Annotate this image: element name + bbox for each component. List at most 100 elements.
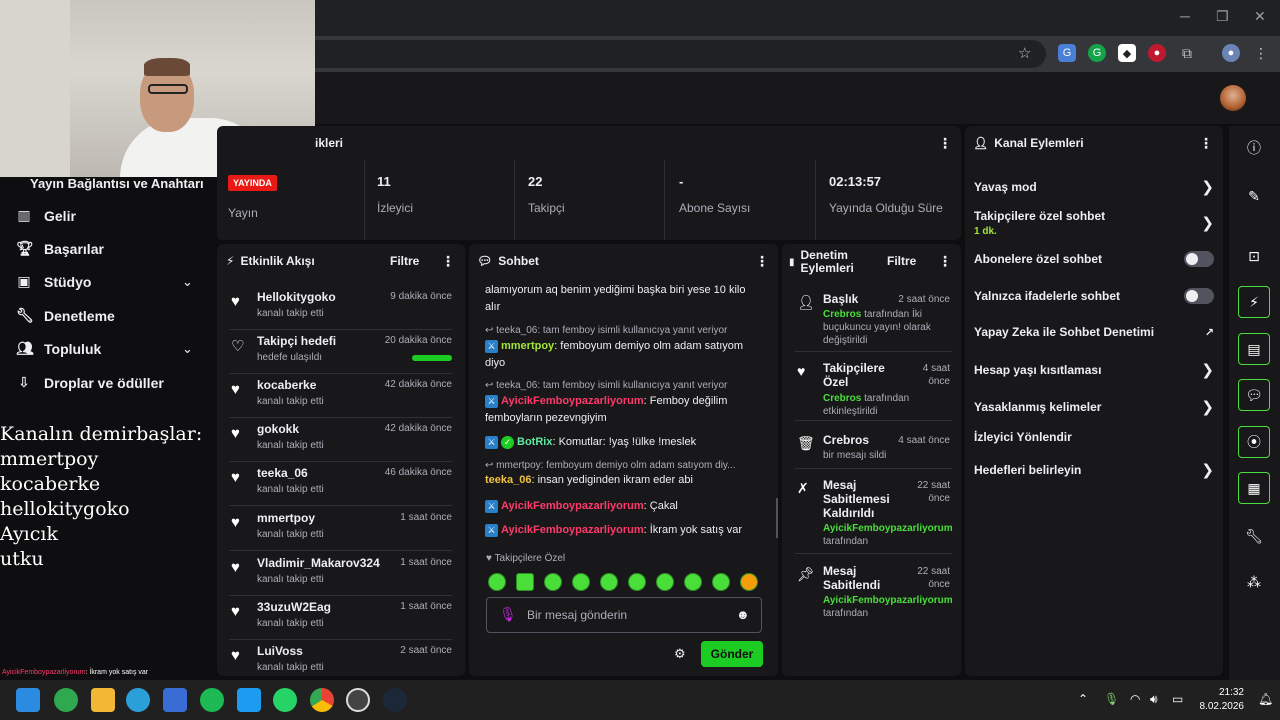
nav-item-achievements[interactable]: 🏆︎ Başarılar [16, 240, 104, 257]
wrench-icon[interactable]: 🔧︎ [1238, 520, 1270, 552]
menu-kebab-icon[interactable]: ⋮ [1252, 44, 1270, 62]
nav-item-studio[interactable]: ▣ Stüdyo [16, 273, 91, 290]
activity-item[interactable]: ♥ kocaberke kanalı takip etti 42 dakika önc… [229, 374, 452, 418]
followers-only-chat-item[interactable]: Takipçilere özel sohbet 1 dk. ❯ [974, 209, 1214, 237]
battery-icon[interactable]: ▭ [1172, 692, 1183, 706]
raid-item[interactable]: İzleyici Yönlendir [974, 430, 1214, 444]
emote-icon[interactable] [516, 573, 534, 591]
spotify-icon[interactable] [200, 688, 224, 712]
mod-filter-button[interactable]: Filtre [887, 254, 916, 268]
mod-action-item[interactable]: 📌︎ Mesaj Sabitlendi 22 saat önce AyicikFemb… [795, 562, 953, 624]
mod-action-item[interactable]: 👤︎ Başlık 2 saat önce Crebros tarafından İk… [795, 290, 952, 352]
minimize-icon[interactable]: ─ [1180, 8, 1190, 24]
twitter-icon[interactable] [237, 688, 261, 712]
chevron-up-icon[interactable]: ⌃ [1078, 692, 1088, 706]
chat-icon[interactable]: 💬︎ [1238, 379, 1270, 411]
emote-icon[interactable] [628, 573, 646, 591]
chat-scrollbar[interactable] [776, 498, 778, 538]
chevron-down-icon[interactable]: ⌄ [182, 341, 193, 357]
chat-message[interactable]: ⚔ AyicikFemboypazarliyorum: Çakal [485, 498, 760, 515]
activity-item[interactable]: ♥ 33uzuW2Eag kanalı takip etti 1 saat önce [229, 596, 452, 640]
emote-icon[interactable] [684, 573, 702, 591]
ai-moderation-item[interactable]: Yapay Zeka ile Sohbet Denetimi ↗ [974, 325, 1214, 339]
chat-message[interactable]: ⚔ ✓ BotRix: Komutlar: !yaş !ülke !meslek [485, 434, 760, 451]
activity-item[interactable]: ♥ teeka_06 kanalı takip etti 46 dakika önce [229, 462, 452, 506]
chat-message[interactable]: ⚔ AyicikFemboypazarliyorum: Femboy değili… [485, 393, 760, 427]
activity-item[interactable]: ♥ gokokk kanalı takip etti 42 dakika önce [229, 418, 452, 462]
mod-action-item[interactable]: ✗ Mesaj Sabitlemesi Kaldırıldı 22 saat önc… [795, 476, 953, 554]
windows-start-icon[interactable] [16, 688, 40, 712]
chat-message[interactable]: ⚔ mmertpoy: femboyum demiyo olm adam satı… [485, 338, 760, 372]
activity-item[interactable]: ♥ Hellokitygoko kanalı takip etti 9 dakika … [229, 286, 452, 330]
more-options-icon[interactable]: ⋮ [938, 135, 952, 152]
store-icon[interactable] [163, 688, 187, 712]
more-options-icon[interactable]: ⋮ [755, 253, 769, 270]
emote-icon[interactable] [544, 573, 562, 591]
activity-item[interactable]: ♡ Takipçi hedefi hedefe ulaşıldı 20 dakika … [229, 330, 452, 374]
more-options-icon[interactable]: ⋮ [441, 253, 455, 270]
notes-icon[interactable]: ▤ [1238, 333, 1270, 365]
emote-icon[interactable] [600, 573, 618, 591]
address-bar[interactable] [300, 40, 1046, 68]
xbox-icon[interactable] [54, 688, 78, 712]
nav-item-drops[interactable]: ⇩ Droplar ve ödüller [16, 374, 164, 391]
emote-only-toggle[interactable] [1184, 288, 1214, 304]
taskbar-time[interactable]: 21:32 [1200, 687, 1244, 698]
nav-item-community[interactable]: 👥︎ Topluluk [16, 340, 101, 357]
banned-words-item[interactable]: Yasaklanmış kelimeler ❯ [974, 398, 1214, 416]
mod-action-item[interactable]: ♥ Takipçilere Özel 4 saat önce Crebros tara… [795, 359, 952, 421]
mod-action-item[interactable]: 🗑︎ Crebros 4 saat önce bir mesajı sildi [795, 431, 952, 469]
restore-icon[interactable]: ❐ [1216, 8, 1229, 25]
nav-item-revenue[interactable]: ▥ Gelir [16, 207, 76, 224]
obs-icon[interactable] [346, 688, 370, 712]
recorder-extension-icon[interactable]: ● [1148, 44, 1166, 62]
info-icon[interactable]: ⓘ [1238, 132, 1270, 164]
nav-item-moderation[interactable]: 🔧︎ Denetleme [16, 307, 115, 324]
more-options-icon[interactable]: ⋮ [1199, 135, 1213, 152]
notification-bell-icon[interactable]: 🔔︎ [1258, 692, 1273, 706]
chrome-icon[interactable] [310, 688, 334, 712]
slow-mode-item[interactable]: Yavaş mod ❯ [974, 178, 1214, 196]
bolt-icon[interactable]: ⚡︎ [1238, 286, 1270, 318]
activity-item[interactable]: ♥ LuiVoss kanalı takip etti 2 saat önce [229, 640, 452, 672]
emote-icon[interactable] [488, 573, 506, 591]
edge-icon[interactable] [126, 688, 150, 712]
subscribers-only-toggle[interactable] [1184, 251, 1214, 267]
whatsapp-icon[interactable] [273, 688, 297, 712]
set-goals-item[interactable]: Hedefleri belirleyin ❯ [974, 461, 1214, 479]
avatar[interactable] [1220, 85, 1246, 111]
activity-item[interactable]: ♥ mmertpoy kanalı takip etti 1 saat önce [229, 507, 452, 551]
gear-icon[interactable]: ⚙ [674, 646, 686, 662]
screenshot-icon[interactable]: ⊡ [1238, 240, 1270, 272]
emote-icon[interactable] [656, 573, 674, 591]
profile-icon[interactable]: ● [1222, 44, 1240, 62]
mod-actions-icon[interactable]: ▦ [1238, 472, 1270, 504]
emote-icon[interactable] [572, 573, 590, 591]
emote-icon[interactable] [740, 573, 758, 591]
nav-stream-key[interactable]: Yayın Bağlantısı ve Anahtarı [30, 176, 204, 191]
taskbar-date[interactable]: 8.02.2026 [1194, 701, 1245, 712]
chevron-down-icon[interactable]: ⌄ [182, 274, 193, 290]
close-icon[interactable]: ✕ [1254, 8, 1266, 25]
broadcast-icon[interactable]: ⦿ [1238, 426, 1270, 458]
steam-icon[interactable] [383, 688, 407, 712]
edit-icon[interactable]: ✎ [1238, 180, 1270, 212]
extension-icon[interactable]: ◆ [1118, 44, 1136, 62]
chat-message[interactable]: ⚔ AyicikFemboypazarliyorum: İkram yok sat… [485, 522, 760, 539]
chat-message[interactable]: alamıyorum aq benim yediğimi başka biri … [485, 282, 760, 316]
emote-icon[interactable] [712, 573, 730, 591]
emoji-icon[interactable]: ☻ [736, 607, 750, 622]
translate-extension-icon[interactable]: G [1058, 44, 1076, 62]
community-icon[interactable]: ⁂ [1238, 566, 1270, 598]
extensions-puzzle-icon[interactable]: ⧉ [1178, 44, 1196, 62]
more-options-icon[interactable]: ⋮ [938, 253, 952, 270]
bookmark-star-icon[interactable]: ☆ [1018, 44, 1031, 62]
activity-item[interactable]: ♥ Vladimir_Makarov324 kanalı takip etti 1 s… [229, 552, 452, 596]
account-age-item[interactable]: Hesap yaşı kısıtlaması ❯ [974, 361, 1214, 379]
chat-message[interactable]: teeka_06: insan yediginden ikram eder ab… [485, 472, 760, 489]
microphone-icon[interactable]: 🎙︎ [1104, 692, 1119, 706]
send-button[interactable]: Gönder [701, 641, 763, 667]
activity-filter-button[interactable]: Filtre [390, 254, 419, 268]
wifi-icon[interactable]: ◠ [1130, 692, 1140, 706]
grammarly-extension-icon[interactable]: G [1088, 44, 1106, 62]
